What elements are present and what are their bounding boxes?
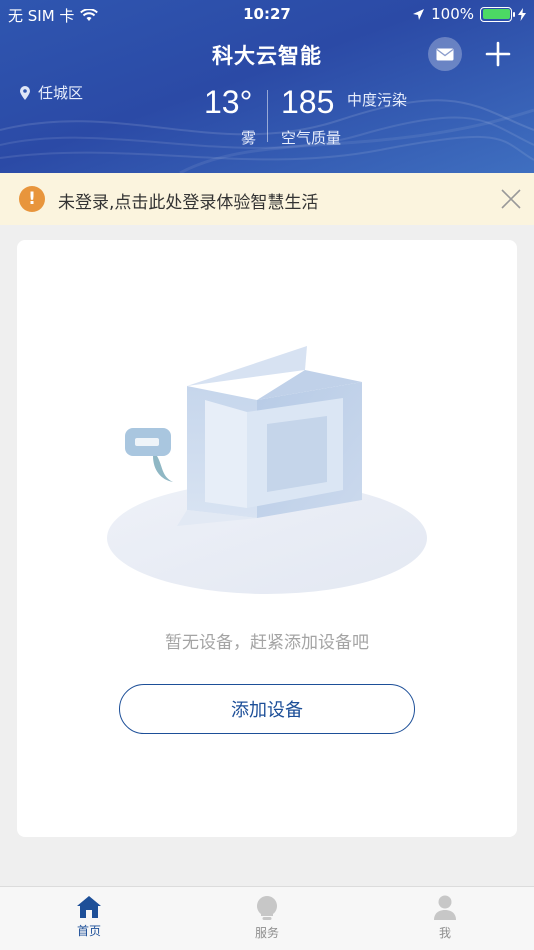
user-icon [434,895,456,920]
header: 无 SIM 卡 10:27 100% 科大云智能 任城区 13° 雾 185 中… [0,0,534,173]
message-button[interactable] [428,37,462,71]
empty-box-illustration [107,346,427,594]
login-notice-text: 未登录,点击此处登录体验智慧生活 [58,193,319,213]
add-icon[interactable] [484,40,512,68]
battery-percent: 100% [431,5,474,23]
envelope-icon [436,48,454,60]
tab-home[interactable]: 首页 [44,895,134,939]
temperature: 13° [204,84,253,120]
location[interactable]: 任城区 [20,82,83,103]
tab-services-label: 服务 [254,926,279,940]
location-arrow-icon [413,8,425,20]
charging-bolt-icon [518,7,526,21]
aqi-value: 185 [281,84,335,120]
weather-condition: 雾 [241,129,257,147]
status-right: 100% [412,5,526,23]
device-card: 暂无设备，赶紧添加设备吧 添加设备 [17,240,517,837]
login-notice[interactable]: ! 未登录,点击此处登录体验智慧生活 [0,173,534,225]
tab-me[interactable]: 我 [400,895,490,941]
aqi-label: 空气质量 [281,129,342,147]
add-device-button[interactable]: 添加设备 [119,684,415,734]
tab-me-label: 我 [438,926,451,940]
home-icon [77,896,101,918]
exclamation-icon: ! [19,186,45,212]
header-divider [267,90,268,142]
empty-state-message: 暂无设备，赶紧添加设备吧 [165,633,369,653]
tab-home-label: 首页 [76,924,101,938]
map-pin-icon [20,85,30,100]
aqi-level: 中度污染 [347,91,408,109]
tab-bar: 首页 服务 我 [0,886,534,950]
status-bar: 无 SIM 卡 10:27 100% [0,0,534,28]
lightbulb-icon [257,896,277,920]
close-icon[interactable] [500,188,522,210]
tab-services[interactable]: 服务 [222,895,312,941]
location-label: 任城区 [38,84,84,102]
battery-icon [480,6,515,22]
